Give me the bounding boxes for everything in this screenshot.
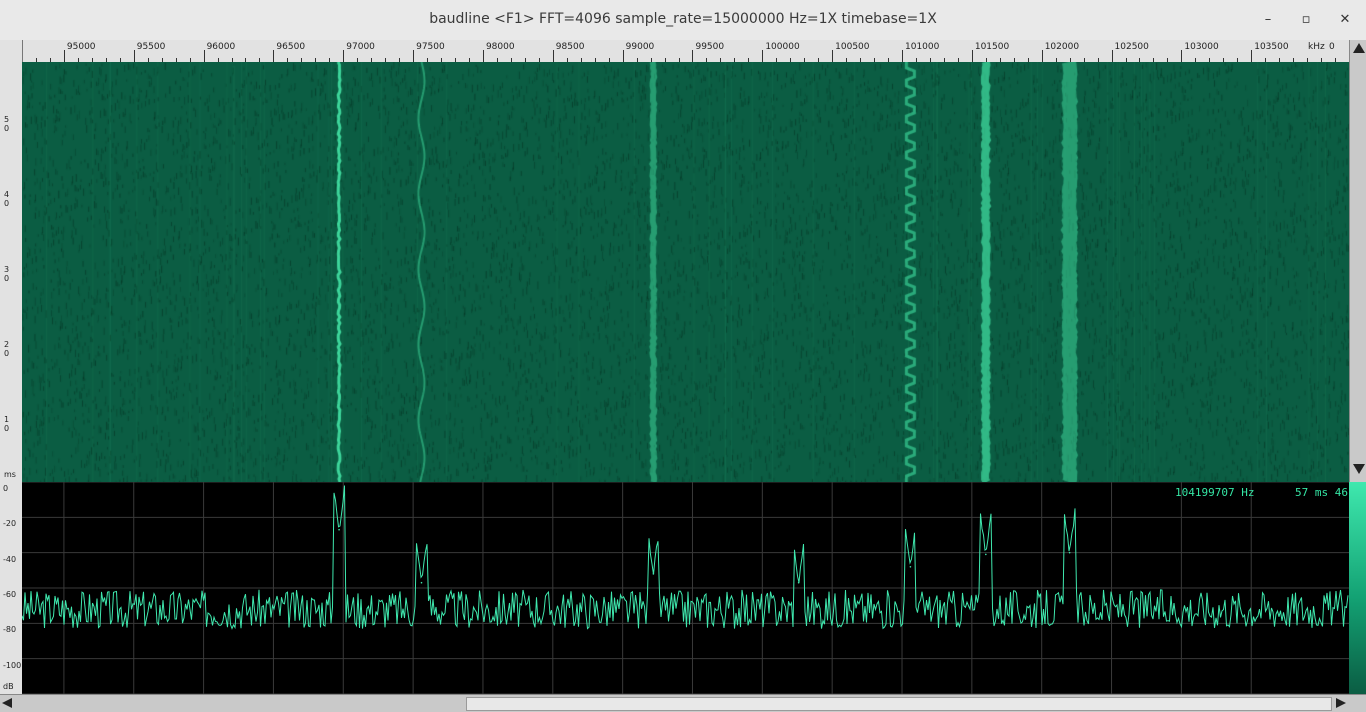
db-tick-label: -100 (3, 660, 22, 670)
db-tick-label: 0 (3, 484, 9, 493)
horizontal-scroll-thumb[interactable] (466, 697, 1332, 711)
db-tick-label: -40 (3, 554, 17, 564)
spectrum-peak (652, 573, 655, 575)
db-tick-label: -20 (3, 519, 17, 529)
spectrum-peak (420, 581, 423, 584)
time-tick-label: 3 0 (4, 265, 10, 283)
spectrum-plot[interactable]: 104199707 Hz 57 ms 46 (21, 481, 1349, 695)
scroll-down-icon[interactable] (1353, 464, 1365, 474)
spectrum-peak (1068, 551, 1071, 554)
db-ruler: dB 0-20-40-60-80-100-120 (0, 482, 23, 705)
scroll-right-icon[interactable] (1336, 698, 1346, 708)
frequency-tick-label: 100500 (835, 42, 870, 52)
frequency-tick-label: 95000 (66, 42, 96, 52)
minimize-button[interactable]: – (1257, 9, 1279, 31)
scroll-left-icon[interactable] (2, 698, 12, 708)
horizontal-scrollbar[interactable] (0, 694, 1366, 712)
frequency-tick-label: 98000 (485, 42, 515, 52)
frequency-tick-label: 101000 (905, 42, 940, 52)
title-bar: baudline <F1> FFT=4096 sample_rate=15000… (0, 0, 1366, 41)
db-tick-label: -60 (3, 590, 17, 599)
time-tick-label: 2 0 (4, 340, 10, 358)
frequency-ruler[interactable]: kHz 0 95000 95500 96000 96500 97000 97500 9800… (22, 40, 1349, 63)
frequency-tick-label: 99500 (695, 42, 725, 52)
window-title: baudline <F1> FFT=4096 sample_rate=15000… (429, 11, 937, 27)
maximize-button[interactable]: ▫ (1295, 9, 1317, 31)
frequency-tick-label: 102000 (1044, 42, 1080, 52)
spectrum-peak (985, 553, 987, 556)
frequency-tick-label: 96000 (206, 42, 236, 52)
frequency-tick-label: 99000 (625, 42, 655, 52)
frequency-readout: 104199707 Hz (1175, 486, 1255, 499)
time-readout: 57 ms 46 (1295, 486, 1348, 499)
spectrum-svg (21, 481, 1349, 695)
vertical-scrollbar[interactable] (1349, 40, 1366, 482)
close-button[interactable]: ✕ (1334, 9, 1356, 31)
frequency-tick-label: 100000 (765, 42, 800, 52)
spectrogram-waterfall[interactable] (22, 62, 1349, 482)
frequency-tick-label: 102500 (1114, 42, 1149, 52)
frequency-tick-label: 95500 (136, 42, 166, 52)
spectrum-trace (21, 485, 1349, 630)
spectrum-peak (338, 528, 340, 531)
time-tick-label: 1 0 (4, 415, 10, 433)
spectrum-peak (909, 566, 912, 568)
frequency-tick-label: 97000 (346, 42, 375, 52)
frequency-tick-label: 103000 (1184, 42, 1219, 52)
frequency-tick-label: 101500 (974, 42, 1010, 52)
frequency-unit-label: kHz (1308, 42, 1325, 52)
db-tick-label: -80 (3, 625, 17, 635)
scroll-up-icon[interactable] (1353, 43, 1365, 53)
time-tick-label: 5 0 (4, 115, 10, 133)
time-tick-label: 4 0 (4, 190, 10, 208)
spectrum-peak (797, 581, 800, 584)
time-unit-label: ms (4, 470, 16, 479)
frequency-tick-label: 96500 (276, 42, 306, 52)
db-unit-label: dB (3, 682, 14, 691)
time-ruler[interactable]: ms 5 0 4 0 3 0 2 0 1 0 (0, 40, 23, 482)
frequency-tick-label: 97500 (416, 42, 445, 52)
color-scale-bar (1349, 482, 1366, 694)
frequency-end-label: 0 (1329, 42, 1335, 52)
frequency-tick-label: 98500 (555, 42, 585, 52)
waterfall-canvas (22, 62, 1349, 482)
frequency-tick-label: 103500 (1254, 42, 1289, 52)
